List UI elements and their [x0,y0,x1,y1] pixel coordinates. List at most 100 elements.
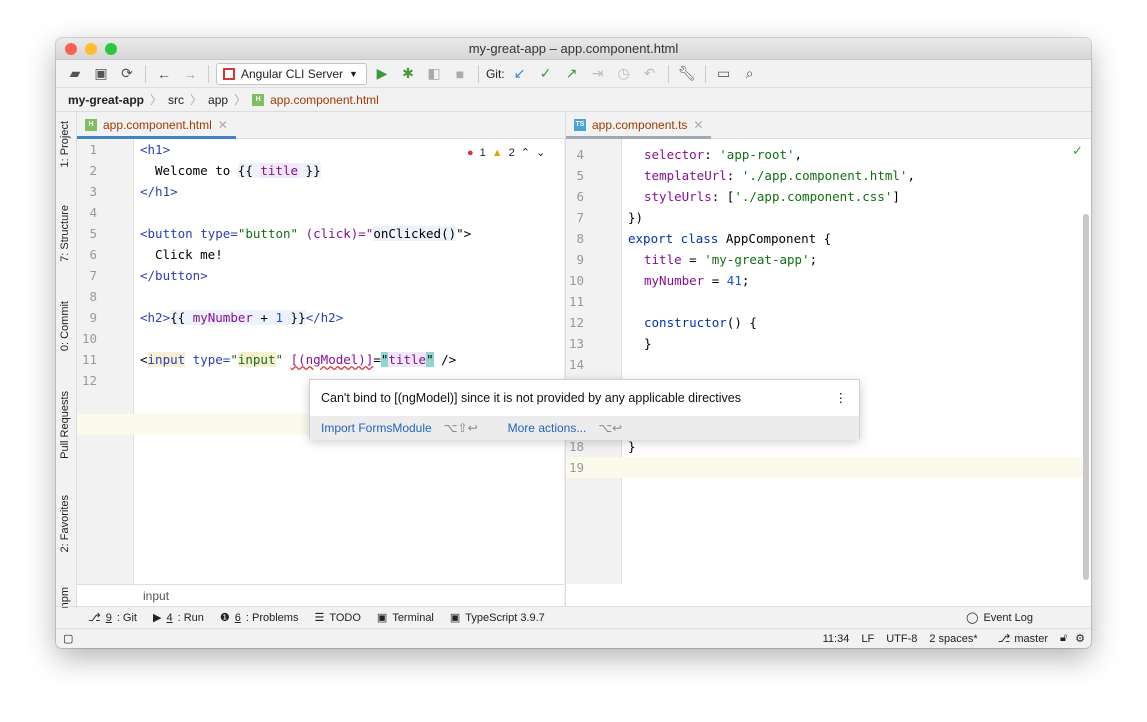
breadcrumb-app[interactable]: app [208,93,228,107]
breadcrumb: my-great-app 〉 src 〉 app 〉 H app.component.… [56,88,1091,112]
line-number: 6 [576,189,584,204]
window-title: my-great-app – app.component.html [468,41,679,56]
encoding[interactable]: UTF-8 [886,633,917,645]
tool-problems[interactable]: ❶6: Problems [219,611,299,625]
line-number: 14 [568,357,584,372]
line-number: 13 [568,336,584,351]
minimize-button[interactable] [85,43,97,55]
more-options-icon[interactable]: ⋮ [835,380,848,416]
tool-favorites[interactable]: 2: Favorites [59,495,71,552]
line-number: 8 [576,231,584,246]
tool-run[interactable]: ▶ 4: Run [152,611,204,625]
line-separator[interactable]: LF [861,633,874,645]
git-branch[interactable]: master [1014,633,1048,645]
close-button[interactable] [65,43,77,55]
inspection-widget[interactable]: ● 1 ▲ 2 ⌃ ⌄ [467,146,545,160]
tool-todo[interactable]: ☰ TODO [314,611,360,625]
git-icon: ⎇ [88,612,101,624]
ts-editor[interactable]: TS app.component.ts ✕ 4 5 6 7 8 9 10 11 12 13 14 18 19… [565,113,1091,606]
todo-icon: ☰ [314,612,325,624]
branch-icon: ⎇ [997,633,1011,645]
code-line: Click me! [155,247,223,262]
git-commit-icon[interactable]: ✓ [535,63,557,85]
more-actions-link[interactable]: More actions... [508,421,587,435]
run-icon: ▶ [152,612,162,624]
forward-icon[interactable]: → [179,63,201,85]
open-icon[interactable]: ▰ [64,63,86,85]
next-highlight-icon[interactable]: ⌄ [536,146,545,159]
no-problems-check-icon: ✓ [1072,143,1083,158]
search-icon[interactable]: ⌕ [739,63,761,85]
line-number: 10 [568,273,584,288]
settings-wrench-icon[interactable]: 🔧︎ [676,63,698,85]
zoom-button[interactable] [105,43,117,55]
save-icon[interactable]: ▣ [90,63,112,85]
line-number: 7 [89,268,97,283]
lock-icon[interactable]: 🔓︎ [1060,632,1067,645]
close-tab-icon[interactable]: ✕ [693,118,703,132]
line-number: 9 [576,252,584,267]
breadcrumb-project[interactable]: my-great-app [68,93,144,107]
code-line: </button> [140,268,208,283]
scrollbar[interactable] [1083,214,1089,580]
line-number: 12 [81,373,97,388]
line-number: 4 [89,205,97,220]
sync-icon[interactable]: ⟳ [116,63,138,85]
html-file-icon: H [85,118,97,131]
tool-event-log[interactable]: ◯ Event Log [966,611,1033,625]
tool-commit[interactable]: 0: Commit [59,301,71,351]
coverage-icon[interactable]: ◧ [423,63,445,85]
error-icon: ● [467,146,474,159]
close-tab-icon[interactable]: ✕ [218,118,228,132]
line-number: 19 [568,460,584,475]
back-icon[interactable]: ← [153,63,175,85]
tool-typescript[interactable]: ▣ TypeScript 3.9.7 [450,611,545,625]
code-line: templateUrl: './app.component.html', [644,168,915,183]
html-editor[interactable]: Happ.component.html ✕ 1 2 3 4 5 6 7 8 9 10 11 12 ● 1 … [77,113,564,606]
git-update-icon[interactable]: ↙ [509,63,531,85]
line-number: 5 [89,226,97,241]
tool-git[interactable]: ⎇ 9: Git [88,611,137,625]
run-icon[interactable]: ▶ [371,63,393,85]
tool-structure[interactable]: 7: Structure [59,205,71,262]
problems-icon: ❶ [219,612,230,624]
stop-icon[interactable]: ■ [449,63,471,85]
debug-icon[interactable]: ✱ [397,63,419,85]
line-number: 11 [568,294,584,309]
chevron-down-icon: ▼ [349,68,358,79]
tool-pull-requests[interactable]: Pull Requests [59,391,71,459]
run-config-label: Angular CLI Server [241,66,344,81]
line-number: 1 [89,142,97,157]
git-label: Git: [485,66,505,81]
code-line: }) [628,210,644,225]
tab-label: app.component.html [103,117,212,132]
line-number: 8 [89,289,97,304]
import-forms-module-link[interactable]: Import FormsModule [321,421,432,435]
tool-terminal[interactable]: ▣ Terminal [377,611,434,625]
warning-icon: ▲ [491,146,503,159]
event-log-icon: ◯ [966,612,979,624]
line-number: 3 [89,184,97,199]
history-icon[interactable]: ◷ [613,63,635,85]
prev-highlight-icon[interactable]: ⌃ [521,146,530,159]
run-config-select[interactable]: Angular CLI Server ▼ [216,62,367,85]
tab-app-component-html[interactable]: Happ.component.html ✕ [77,113,236,139]
left-tool-strip: 1: Project 7: Structure 0: Commit Pull R… [56,113,77,608]
tab-app-component-ts[interactable]: TS app.component.ts ✕ [566,113,712,139]
breadcrumb-file[interactable]: app.component.html [270,93,379,107]
code-line: styleUrls: ['./app.component.css'] [644,189,900,204]
tool-project[interactable]: 1: Project [59,121,71,167]
code-line: <h2>{{ myNumber + 1 }}</h2> [140,310,344,325]
breadcrumb-src[interactable]: src [168,93,184,107]
caret-position[interactable]: 11:34 [823,633,850,645]
rollback-icon[interactable]: ↶ [639,63,661,85]
code-line: } [644,336,652,351]
toggle-tool-windows-icon[interactable]: ▢ [63,632,73,645]
inspector-icon[interactable]: ⚙ [1075,632,1085,645]
tag-breadcrumb[interactable]: input [77,584,564,606]
code-line: <button type="button" (click)="onClicked… [140,226,472,241]
run-anything-icon[interactable]: ▭ [713,63,735,85]
git-push-icon[interactable]: ↗ [561,63,583,85]
indent[interactable]: 2 spaces* [929,633,977,645]
git-merge-icon[interactable]: ⇥ [587,63,609,85]
